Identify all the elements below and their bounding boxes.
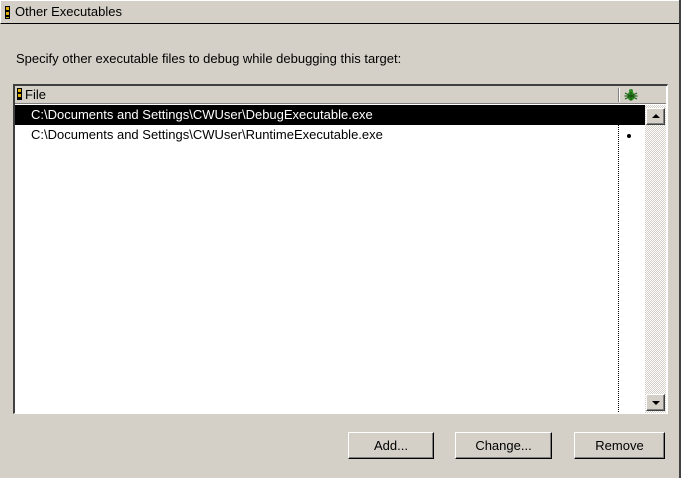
arrow-up-icon bbox=[652, 114, 660, 118]
column-separator bbox=[618, 105, 619, 413]
instruction-text: Specify other executable files to debug … bbox=[16, 51, 402, 66]
column-divider[interactable] bbox=[618, 88, 620, 102]
column-header-file[interactable]: File bbox=[25, 87, 46, 102]
executables-list[interactable]: File C:\Documents and Settings\CWUser\De… bbox=[13, 84, 668, 414]
scroll-down-button[interactable] bbox=[646, 394, 665, 411]
change-button[interactable]: Change... bbox=[455, 432, 552, 459]
arrow-down-icon bbox=[652, 401, 660, 405]
file-path: C:\Documents and Settings\CWUser\DebugEx… bbox=[31, 107, 373, 122]
hazard-stripe-icon bbox=[5, 6, 10, 19]
debug-enabled-dot[interactable] bbox=[627, 134, 631, 138]
bug-icon[interactable] bbox=[623, 87, 639, 103]
add-button[interactable]: Add... bbox=[348, 432, 434, 459]
other-executables-panel: Other Executables Specify other executab… bbox=[0, 0, 681, 478]
list-row-runtime-executable[interactable]: C:\Documents and Settings\CWUser\Runtime… bbox=[15, 125, 645, 145]
panel-title-bar: Other Executables bbox=[0, 0, 681, 24]
file-column-icon bbox=[17, 88, 22, 100]
list-header: File bbox=[15, 86, 666, 104]
vertical-scrollbar[interactable] bbox=[645, 105, 666, 413]
remove-button[interactable]: Remove bbox=[574, 432, 665, 459]
scroll-up-button[interactable] bbox=[646, 108, 665, 125]
file-path: C:\Documents and Settings\CWUser\Runtime… bbox=[31, 127, 383, 142]
list-rows: C:\Documents and Settings\CWUser\DebugEx… bbox=[15, 105, 645, 145]
list-row-debug-executable[interactable]: C:\Documents and Settings\CWUser\DebugEx… bbox=[15, 105, 645, 125]
panel-title: Other Executables bbox=[15, 4, 122, 19]
